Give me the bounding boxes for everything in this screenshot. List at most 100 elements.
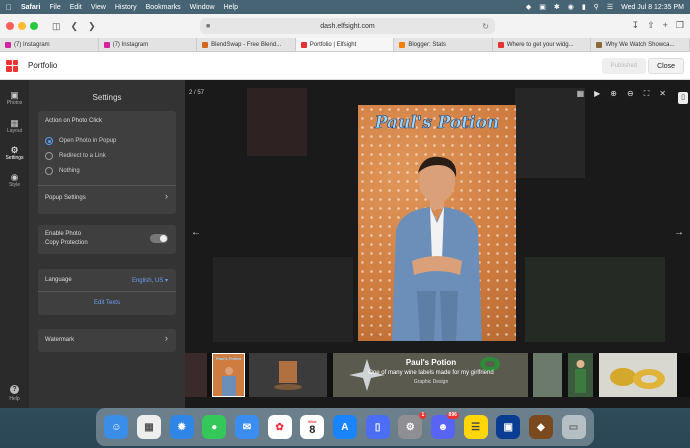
- photos-app-icon[interactable]: ✿: [267, 415, 292, 439]
- published-button[interactable]: Published: [601, 58, 646, 74]
- fullscreen-icon[interactable]: ⛶: [644, 89, 650, 99]
- menu-history[interactable]: History: [115, 4, 137, 11]
- thumbnail[interactable]: [568, 353, 593, 397]
- back-arrow-icon[interactable]: ❮: [71, 21, 79, 32]
- rail-item-settings[interactable]: ⚙ Settings: [0, 145, 29, 161]
- safari-icon[interactable]: ✹: [169, 415, 194, 439]
- chevron-right-icon[interactable]: ›: [165, 333, 168, 343]
- rail-label-settings: Settings: [5, 155, 24, 161]
- thumbnail[interactable]: [185, 353, 207, 397]
- bluetooth-icon[interactable]: ✱: [554, 3, 560, 11]
- thumbnail-active[interactable]: Paul's Potion: [212, 353, 245, 397]
- rail-label-help: Help: [9, 396, 20, 402]
- close-button[interactable]: Close: [648, 58, 684, 74]
- option-redirect-link[interactable]: Redirect to a Link: [45, 152, 106, 160]
- language-select[interactable]: English, US ▾: [132, 277, 168, 284]
- menu-edit[interactable]: Edit: [70, 4, 82, 11]
- rail-item-style[interactable]: ◉ Style: [0, 172, 29, 188]
- tab-label: (7) Instagram: [14, 41, 50, 48]
- menu-file[interactable]: File: [49, 4, 60, 11]
- rail-item-help[interactable]: ? Help: [0, 385, 29, 402]
- finder-icon[interactable]: ☺: [104, 415, 129, 439]
- panel-title: Settings: [92, 93, 122, 102]
- battery-icon[interactable]: ▮: [582, 3, 586, 11]
- gold-rings-illustration: [610, 368, 665, 389]
- tab-blendswap[interactable]: BlendSwap - Free Blend...: [197, 38, 296, 51]
- apple-icon[interactable]: : [6, 3, 12, 12]
- radio-icon: [45, 152, 53, 160]
- notes-icon[interactable]: ☰: [463, 415, 488, 439]
- forward-arrow-icon[interactable]: ❯: [88, 21, 96, 32]
- chevron-right-icon[interactable]: ›: [165, 191, 168, 201]
- next-arrow-icon[interactable]: →: [674, 227, 684, 238]
- simulator-icon[interactable]: ▯: [365, 415, 390, 439]
- popup-settings-label[interactable]: Popup Settings: [45, 195, 86, 201]
- menu-window[interactable]: Window: [190, 4, 215, 11]
- thumbnail[interactable]: [599, 353, 677, 397]
- wifi-icon[interactable]: ◉: [568, 3, 574, 11]
- tab-instagram-2[interactable]: (7) Instagram: [99, 38, 198, 51]
- tab-blogger[interactable]: Blogger: Stats: [394, 38, 493, 51]
- box-icon[interactable]: ▣: [539, 3, 546, 11]
- messages-icon[interactable]: ●: [202, 415, 227, 439]
- edit-texts-link[interactable]: Edit Texts: [38, 300, 176, 306]
- calendar-icon[interactable]: Wed 8: [300, 415, 325, 439]
- tab-instagram-1[interactable]: (7) Instagram: [0, 38, 99, 51]
- tab-where-to-get[interactable]: Where to get your widg...: [493, 38, 592, 51]
- rail-item-layout[interactable]: ▦ Layout: [0, 118, 29, 134]
- url-text: dash.elfsight.com: [320, 22, 375, 30]
- minimize-window-button[interactable]: [18, 22, 26, 30]
- language-label: Language: [45, 277, 72, 283]
- app-store-icon[interactable]: A: [332, 415, 357, 439]
- search-icon[interactable]: ⚲: [594, 3, 599, 11]
- trash-icon[interactable]: ▭: [561, 415, 586, 439]
- tab-why-we-watch[interactable]: Why We Watch Showca...: [591, 38, 690, 51]
- reload-icon[interactable]: ↻: [482, 22, 489, 31]
- download-icon[interactable]: ↧: [632, 20, 640, 31]
- grid-icon[interactable]: ▦: [577, 89, 585, 99]
- tab-overview-icon[interactable]: ❐: [676, 20, 684, 31]
- option-label: Redirect to a Link: [59, 153, 106, 159]
- watermark-card[interactable]: Watermark ›: [38, 329, 176, 352]
- mobile-preview-icon[interactable]: ▯: [678, 92, 688, 104]
- prev-arrow-icon[interactable]: ←: [191, 227, 201, 238]
- thumbnail[interactable]: [249, 353, 327, 397]
- menubar-clock[interactable]: Wed Jul 8 12:35 PM: [621, 4, 684, 11]
- rail-label-photos: Photos: [6, 100, 23, 106]
- close-window-button[interactable]: [6, 22, 14, 30]
- calendar-day: 8: [309, 423, 316, 436]
- radio-icon: [45, 167, 53, 175]
- close-icon[interactable]: ✕: [659, 89, 666, 99]
- option-nothing[interactable]: Nothing: [45, 167, 80, 175]
- menu-help[interactable]: Help: [224, 4, 238, 11]
- network-app-icon[interactable]: ▣: [496, 415, 521, 439]
- tab-portfolio[interactable]: Portfolio | Elfsight: [295, 38, 395, 51]
- menu-app-name[interactable]: Safari: [21, 4, 40, 11]
- new-tab-icon[interactable]: +: [663, 20, 668, 31]
- zoom-window-button[interactable]: [30, 22, 38, 30]
- system-preferences-icon[interactable]: ⚙ 1: [398, 412, 427, 439]
- menu-bookmarks[interactable]: Bookmarks: [146, 4, 181, 11]
- launchpad-icon[interactable]: ▦: [136, 415, 161, 439]
- play-icon[interactable]: ▶: [594, 89, 600, 99]
- zoom-out-icon[interactable]: ⊖: [627, 89, 634, 99]
- mail-icon[interactable]: ✉: [234, 415, 259, 439]
- discord-icon[interactable]: ☻ 896: [430, 412, 459, 439]
- poster-title: Paul's Potion: [374, 113, 500, 134]
- option-open-popup[interactable]: Open Photo in Popup: [45, 137, 116, 145]
- menu-view[interactable]: View: [91, 4, 106, 11]
- acorn-app-icon[interactable]: ◆: [528, 415, 553, 439]
- sidebar-toggle-icon[interactable]: ◫: [52, 21, 61, 32]
- macos-dock: ☺ ▦ ✹ ● ✉ ✿ Wed 8 A ▯ ⚙ 1 ☻ 896 ☰ ▣ ◆ ▭: [96, 408, 594, 446]
- share-icon[interactable]: ⇧: [647, 20, 655, 31]
- copy-protection-toggle[interactable]: [150, 234, 168, 243]
- dropbox-icon[interactable]: ◆: [526, 3, 531, 11]
- control-center-icon[interactable]: ☰: [607, 3, 613, 11]
- rail-item-photos[interactable]: ▣ Photos: [0, 90, 29, 106]
- thumbnail[interactable]: [533, 353, 562, 397]
- zoom-in-icon[interactable]: ⊕: [610, 89, 617, 99]
- site-favicon: [596, 41, 603, 48]
- lock-icon: ■: [206, 22, 211, 30]
- address-bar[interactable]: ■ dash.elfsight.com ↻: [200, 18, 495, 34]
- settings-panel: Settings Action on Photo Click Open Phot…: [29, 80, 185, 408]
